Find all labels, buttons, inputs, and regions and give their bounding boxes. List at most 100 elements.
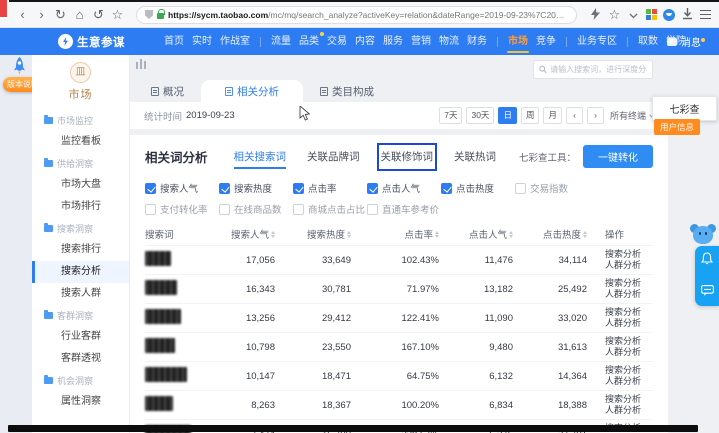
keyword-search[interactable] (533, 60, 653, 79)
date-range-button-周[interactable]: 周 (521, 107, 540, 124)
date-prev-button[interactable]: ‹ (566, 107, 583, 124)
chevron-down-icon[interactable] (627, 8, 640, 21)
nav-item-首页[interactable]: 首页 (163, 28, 185, 55)
nav-item-内容[interactable]: 内容 (354, 28, 376, 55)
action-link-搜索分析[interactable]: 搜索分析 (605, 365, 653, 376)
sidebar-item-搜索排行[interactable]: 搜索排行 (32, 239, 129, 261)
brand[interactable]: 生意参谋 (58, 34, 125, 50)
flash-plugin-icon[interactable] (589, 8, 602, 22)
panel-tab-关联热词[interactable]: 关联热词 (454, 147, 496, 167)
video-progress-bar[interactable] (8, 425, 698, 432)
nav-item-作战室[interactable]: 作战室 (219, 28, 251, 55)
sidebar-item-属性洞察[interactable]: 属性洞察 (32, 391, 129, 413)
action-link-人群分析[interactable]: 人群分析 (605, 405, 653, 416)
nav-item-竞争[interactable]: 竞争 (535, 28, 557, 55)
refresh-icon[interactable]: ↻ (54, 8, 67, 21)
tab-类目构成[interactable]: 类目构成 (303, 80, 391, 102)
checkbox-label: 商城点击占比 (308, 202, 365, 216)
date-range-button-日[interactable]: 日 (498, 107, 517, 124)
tab-概况[interactable]: 概况 (134, 80, 201, 102)
sidebar-item-搜索分析[interactable]: 搜索分析 (32, 261, 129, 283)
extension-user-info-button[interactable]: 用户信息 (654, 119, 700, 135)
terminal-dropdown[interactable]: 所有终端 (610, 109, 654, 122)
sidebar-item-行业客群[interactable]: 行业客群 (32, 326, 129, 348)
action-link-搜索分析[interactable]: 搜索分析 (605, 307, 653, 318)
action-link-搜索分析[interactable]: 搜索分析 (605, 249, 653, 260)
nav-item-财务[interactable]: 财务 (466, 28, 488, 55)
sort-icon[interactable] (435, 231, 439, 238)
stat-date-value[interactable]: 2019-09-23 (186, 110, 235, 121)
apps-grid-icon[interactable] (646, 9, 657, 20)
metric-checkbox-点击热度[interactable]: 点击热度 (441, 181, 515, 195)
action-link-人群分析[interactable]: 人群分析 (605, 318, 653, 329)
date-range-button-30天[interactable]: 30天 (466, 107, 494, 124)
nav-item-实时[interactable]: 实时 (191, 28, 213, 55)
nav-item-交易[interactable]: 交易 (326, 28, 348, 55)
nav-item-品类[interactable]: 品类 (298, 28, 320, 55)
nav-item-物流[interactable]: 物流 (438, 28, 460, 55)
action-link-搜索分析[interactable]: 搜索分析 (605, 394, 653, 405)
browser-menu-icon[interactable] (700, 10, 711, 19)
panel-tab-关联品牌词[interactable]: 关联品牌词 (307, 147, 360, 167)
sort-icon[interactable] (509, 231, 513, 238)
undo-icon[interactable]: ↺ (92, 8, 105, 21)
sidebar-item-监控看板[interactable]: 监控看板 (32, 131, 129, 153)
home-icon[interactable]: ⌂ (73, 8, 86, 21)
nav-item-营销[interactable]: 营销 (410, 28, 432, 55)
sidebar-item-市场大盘[interactable]: 市场大盘 (32, 174, 129, 196)
nav-item-市场[interactable]: 市场 (507, 28, 529, 55)
action-link-搜索分析[interactable]: 搜索分析 (605, 278, 653, 289)
action-link-人群分析[interactable]: 人群分析 (605, 347, 653, 358)
action-link-搜索分析[interactable]: 搜索分析 (605, 336, 653, 347)
one-key-convert-button[interactable]: 一键转化 (583, 145, 653, 168)
bookmark-star-icon[interactable]: ☆ (111, 8, 124, 21)
sidebar-item-客群透视[interactable]: 客群透视 (32, 348, 129, 370)
action-link-人群分析[interactable]: 人群分析 (605, 376, 653, 387)
user-messages[interactable]: 消息 (667, 34, 707, 49)
column-header-点击热度[interactable]: 点击热度 (523, 227, 597, 241)
sort-icon[interactable] (583, 231, 587, 238)
metric-checkbox-点击人气[interactable]: 点击人气 (367, 181, 441, 195)
chat-icon[interactable] (701, 283, 714, 301)
messenger-icon[interactable] (663, 9, 675, 21)
nav-item-流量[interactable]: 流量 (270, 28, 292, 55)
url-bar[interactable]: https://sycm.taobao.com/mc/mq/search_ana… (136, 6, 577, 24)
mascot-icon[interactable] (690, 224, 716, 246)
favorite-star-icon[interactable]: ☆ (608, 8, 621, 21)
metric-checkbox-点击率[interactable]: 点击率 (293, 181, 367, 195)
back-icon[interactable]: ‹ (16, 8, 29, 21)
date-next-button[interactable]: › (587, 107, 604, 124)
column-header-点击人气[interactable]: 点击人气 (449, 227, 523, 241)
metric-checkbox-支付转化率[interactable]: 支付转化率 (145, 202, 219, 216)
search-input[interactable] (550, 65, 647, 74)
panel-tab-相关搜索词[interactable]: 相关搜索词 (234, 147, 287, 167)
metric-checkbox-搜索热度[interactable]: 搜索热度 (219, 181, 293, 195)
column-header-搜索热度[interactable]: 搜索热度 (285, 227, 361, 241)
sort-icon[interactable] (347, 231, 351, 238)
column-header-搜索人气[interactable]: 搜索人气 (207, 227, 285, 241)
download-icon[interactable] (681, 8, 694, 22)
sidebar-item-搜索人群[interactable]: 搜索人群 (32, 283, 129, 305)
sort-icon[interactable] (271, 231, 275, 238)
table-row: 8,26318,367100.20%6,83418,388搜索分析人群分析 (145, 390, 653, 419)
metric-checkbox-交易指数[interactable]: 交易指数 (515, 181, 589, 195)
nav-item-服务[interactable]: 服务 (382, 28, 404, 55)
column-header-点击率[interactable]: 点击率 (361, 227, 449, 241)
metric-checkbox-商城点击占比[interactable]: 商城点击占比 (293, 202, 367, 216)
sidebar-item-市场排行[interactable]: 市场排行 (32, 196, 129, 218)
panel-tab-关联修饰词[interactable]: 关联修饰词 (381, 147, 434, 167)
metric-checkbox-搜索人气[interactable]: 搜索人气 (145, 181, 219, 195)
nav-item-取数[interactable]: 取数 (637, 28, 659, 55)
tab-相关分析[interactable]: 相关分析 (201, 80, 303, 102)
nav-item-业务专区[interactable]: 业务专区 (576, 28, 618, 55)
date-range-button-月[interactable]: 月 (543, 107, 562, 124)
tool-area: 七彩查工具： 一键转化 (519, 145, 653, 168)
date-range-button-7天[interactable]: 7天 (439, 107, 462, 124)
metric-checkbox-在线商品数[interactable]: 在线商品数 (219, 202, 293, 216)
action-link-人群分析[interactable]: 人群分析 (605, 289, 653, 300)
action-link-人群分析[interactable]: 人群分析 (605, 260, 653, 271)
metric-checkbox-直通车参考价[interactable]: 直通车参考价 (367, 202, 441, 216)
bell-icon[interactable] (701, 252, 713, 270)
table-row: 10,14718,47164.75%6,13214,364搜索分析人群分析 (145, 361, 653, 390)
forward-icon[interactable]: › (35, 8, 48, 21)
